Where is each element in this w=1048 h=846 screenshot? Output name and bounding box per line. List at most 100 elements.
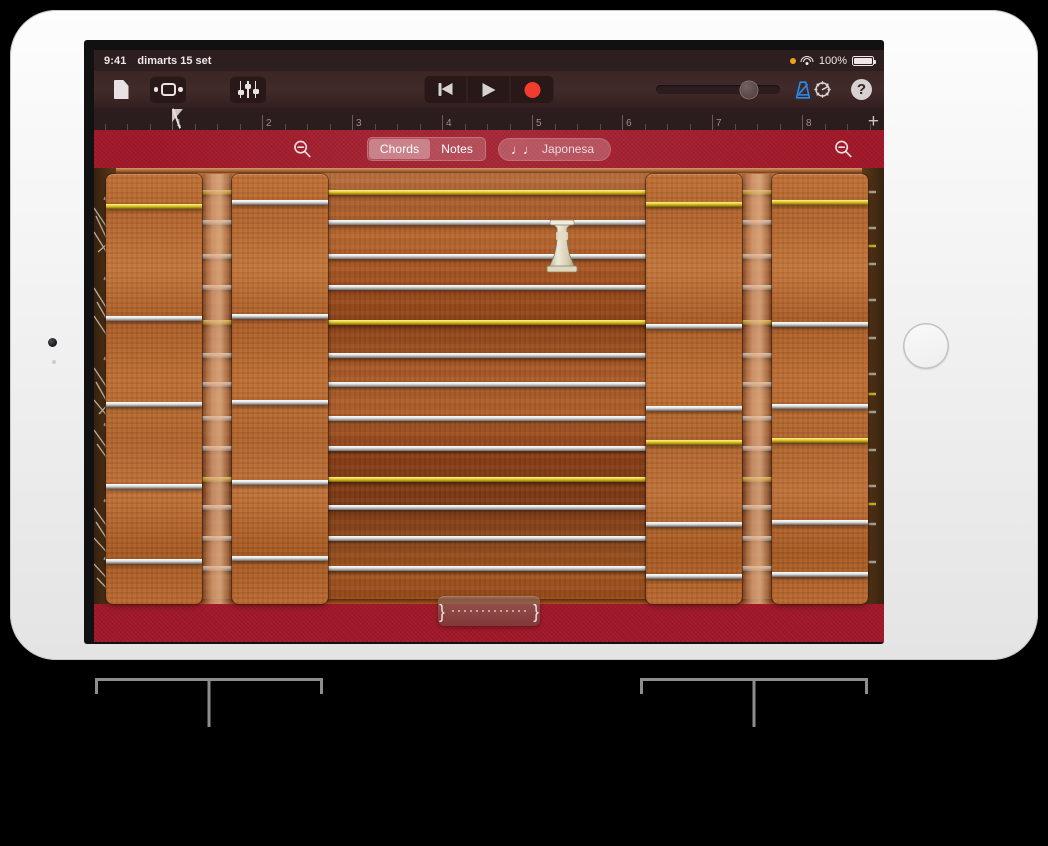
ruler-bar-label: 8: [806, 118, 812, 129]
track-controls-icon[interactable]: [230, 76, 266, 103]
chord-strip-divider: [646, 440, 742, 445]
chord-strip-divider: [232, 400, 328, 405]
status-time: 9:41: [104, 54, 127, 67]
chord-strip-divider: [232, 314, 328, 319]
glissando-dot: [505, 609, 509, 613]
chord-strip-divider: [646, 406, 742, 411]
ruler-bar-label: 2: [266, 118, 272, 129]
glissando-right-brace: }: [533, 600, 539, 622]
chord-strip-left-2[interactable]: [232, 174, 328, 604]
transport-controls: [424, 76, 554, 103]
playhead[interactable]: [172, 108, 184, 130]
status-document-name: dimarts 15 set: [137, 54, 212, 67]
chord-strip-divider: [106, 316, 202, 321]
chord-strip-right-1[interactable]: [646, 174, 742, 604]
rewind-icon[interactable]: [425, 76, 468, 103]
ruler-bar-label: 3: [356, 118, 362, 129]
chord-strips-right[interactable]: [646, 174, 868, 604]
chord-strip-divider: [772, 572, 868, 577]
glissando-dot: [517, 609, 521, 613]
glissando-dots: [451, 609, 527, 613]
battery-percent-label: 100%: [818, 54, 847, 67]
chord-strip-divider: [106, 559, 202, 564]
preset-name-label: Japonesa: [542, 142, 595, 156]
glissando-control[interactable]: } }: [438, 596, 540, 626]
play-icon[interactable]: [468, 76, 511, 103]
front-camera-icon: [48, 338, 57, 347]
timeline-ruler[interactable]: 12345678 +: [94, 108, 884, 130]
glissando-dot: [511, 609, 515, 613]
ruler-bar-label: 6: [626, 118, 632, 129]
help-button[interactable]: ?: [851, 79, 872, 100]
instrument-stage: Chords Notes ♩♩ Japonesa}}: [94, 130, 884, 642]
chord-strip-divider: [106, 484, 202, 489]
add-section-button[interactable]: +: [868, 112, 879, 130]
chord-strip-divider: [106, 204, 202, 209]
loop-browser-icon[interactable]: [150, 76, 186, 103]
koto-bridge[interactable]: [546, 216, 578, 274]
ruler-bar-label: 5: [536, 118, 542, 129]
wifi-icon: [800, 55, 814, 66]
tab-chords[interactable]: Chords: [368, 139, 431, 159]
chord-strip-spine-left: [202, 174, 232, 604]
ruler-bar-label: 4: [446, 118, 452, 129]
koto-top-edge: [94, 168, 884, 173]
chord-strip-divider: [772, 322, 868, 327]
ruler-bar-tick: [622, 115, 623, 130]
chord-strips-left[interactable]: [106, 174, 328, 604]
glissando-dot: [457, 609, 461, 613]
ruler-bar-tick: [802, 115, 803, 130]
garageband-toolbar: ?: [94, 71, 884, 108]
ipad-device-shell: 9:41 dimarts 15 set 100% ? 2 3 4 5 6 7 8…: [10, 10, 1038, 660]
metronome-icon[interactable]: [792, 79, 814, 101]
instrument-header: Chords Notes ♩♩ Japonesa: [94, 130, 884, 168]
glissando-dot: [463, 609, 467, 613]
chord-strip-right-2[interactable]: [772, 174, 868, 604]
screenshot-root: 9:41 dimarts 15 set 100% ? 2 3 4 5 6 7 8…: [0, 0, 1048, 846]
master-volume-slider[interactable]: [656, 76, 780, 103]
chord-strip-divider: [232, 200, 328, 205]
preset-selector-button[interactable]: ♩♩ Japonesa: [498, 137, 612, 161]
chord-strip-divider: [646, 324, 742, 329]
music-notes-icon: ♩♩: [511, 141, 536, 157]
glissando-dot: [523, 609, 527, 613]
chord-strip-left-1[interactable]: [106, 174, 202, 604]
glissando-dot: [487, 609, 491, 613]
orange-dot-icon: [789, 57, 796, 64]
glissando-dot: [493, 609, 497, 613]
glissando-dot: [499, 609, 503, 613]
ios-status-bar: 9:41 dimarts 15 set 100%: [94, 50, 884, 71]
zoom-out-icon-right[interactable]: [832, 138, 854, 160]
chord-strip-divider: [106, 402, 202, 407]
tab-notes[interactable]: Notes: [430, 139, 484, 159]
chord-strip-divider: [772, 200, 868, 205]
callout-brackets: [0, 660, 1048, 846]
glissando-dot: [469, 609, 473, 613]
ruler-bar-label: 7: [716, 118, 722, 129]
chord-strip-divider: [646, 202, 742, 207]
zoom-out-icon-left[interactable]: [291, 138, 313, 160]
ruler-bar-tick: [262, 115, 263, 130]
ruler-bar-tick: [532, 115, 533, 130]
chord-strip-divider: [772, 520, 868, 525]
glissando-left-brace: }: [439, 600, 445, 622]
battery-full-icon: [852, 55, 877, 66]
ruler-bar-tick: [712, 115, 713, 130]
chord-strip-divider: [232, 480, 328, 485]
chord-strip-divider: [772, 404, 868, 409]
master-volume-knob[interactable]: [740, 81, 758, 98]
ruler-bar-tick: [442, 115, 443, 130]
chords-notes-segmented-control[interactable]: Chords Notes: [366, 137, 487, 161]
ruler-bar-tick: [352, 115, 353, 130]
home-button[interactable]: [903, 323, 949, 369]
glissando-dot: [481, 609, 485, 613]
document-icon[interactable]: [106, 76, 136, 103]
ambient-sensor-icon: [52, 360, 56, 364]
master-volume-track[interactable]: [656, 81, 780, 98]
record-icon[interactable]: [511, 76, 554, 103]
chord-strip-divider: [646, 574, 742, 579]
chord-strip-divider: [772, 438, 868, 443]
glissando-dot: [475, 609, 479, 613]
glissando-dot: [451, 609, 455, 613]
chord-strip-spine-right: [742, 174, 772, 604]
